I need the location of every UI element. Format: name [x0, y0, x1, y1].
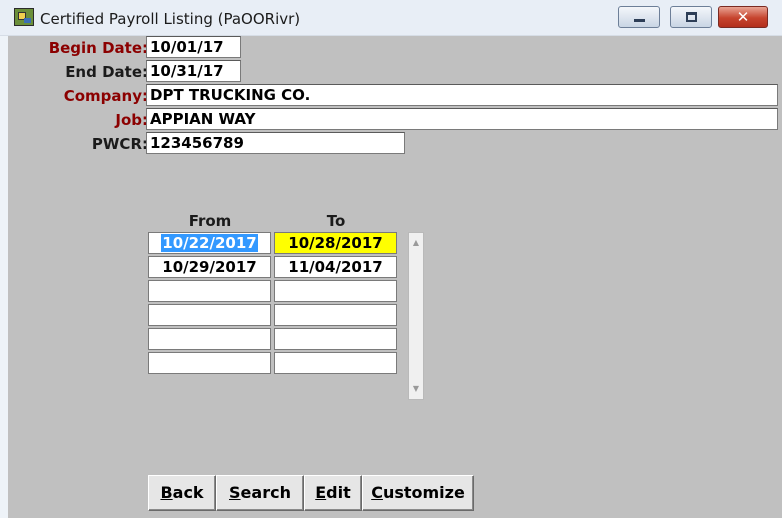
pwcr-label: PWCR: [91, 135, 148, 153]
title-bar[interactable]: Certified Payroll Listing (PaOORivr) ✕ [0, 0, 782, 36]
close-button[interactable]: ✕ [718, 6, 768, 28]
window-title: Certified Payroll Listing (PaOORivr) [40, 10, 301, 28]
begin-date-field[interactable]: 10/01/17 [146, 36, 241, 58]
periods-scrollbar[interactable]: ▲ ▼ [408, 232, 424, 400]
job-label: Job: [115, 111, 148, 129]
maximize-button[interactable] [670, 6, 712, 28]
end-date-field[interactable]: 10/31/17 [146, 60, 241, 82]
period-to-cell[interactable] [274, 328, 397, 350]
search-label: earch [240, 483, 291, 502]
period-to-cell[interactable] [274, 304, 397, 326]
back-mnemonic: B [160, 483, 173, 502]
scroll-up-icon[interactable]: ▲ [409, 235, 423, 251]
company-label: Company: [63, 87, 148, 105]
window: Certified Payroll Listing (PaOORivr) ✕ B… [0, 0, 782, 518]
period-to-cell[interactable]: 10/28/2017 [274, 232, 397, 254]
pwcr-field[interactable]: 123456789 [146, 132, 405, 154]
edit-label: dit [326, 483, 351, 502]
company-field[interactable]: DPT TRUCKING CO. [146, 84, 778, 106]
minimize-icon [634, 19, 645, 22]
search-button[interactable]: Search [216, 475, 304, 511]
search-mnemonic: S [229, 483, 241, 502]
period-to-cell[interactable] [274, 280, 397, 302]
end-date-label: End Date: [65, 63, 148, 81]
period-from-cell[interactable] [148, 280, 271, 302]
customize-button[interactable]: Customize [362, 475, 474, 511]
period-from-value: 10/22/2017 [161, 234, 258, 252]
from-column-header: From [188, 212, 232, 230]
back-label: ack [172, 483, 204, 502]
maximize-icon [686, 12, 697, 22]
minimize-button[interactable] [618, 6, 660, 28]
period-from-cell[interactable]: 10/22/2017 [148, 232, 271, 254]
to-column-header: To [326, 212, 346, 230]
period-to-cell[interactable]: 11/04/2017 [274, 256, 397, 278]
customize-label: ustomize [382, 483, 465, 502]
period-from-cell[interactable]: 10/29/2017 [148, 256, 271, 278]
customize-mnemonic: C [371, 483, 383, 502]
period-from-cell[interactable] [148, 328, 271, 350]
job-field[interactable]: APPIAN WAY [146, 108, 778, 130]
back-button[interactable]: Back [148, 475, 216, 511]
close-icon: ✕ [736, 8, 750, 26]
edit-mnemonic: E [315, 483, 327, 502]
period-from-cell[interactable] [148, 352, 271, 374]
period-to-cell[interactable] [274, 352, 397, 374]
scroll-down-icon[interactable]: ▼ [409, 381, 423, 397]
begin-date-label: Begin Date: [48, 39, 148, 57]
payroll-app-icon[interactable] [14, 8, 34, 26]
edit-button[interactable]: Edit [304, 475, 362, 511]
period-from-cell[interactable] [148, 304, 271, 326]
form-body: Begin Date: End Date: Company: Job: PWCR… [8, 36, 782, 518]
